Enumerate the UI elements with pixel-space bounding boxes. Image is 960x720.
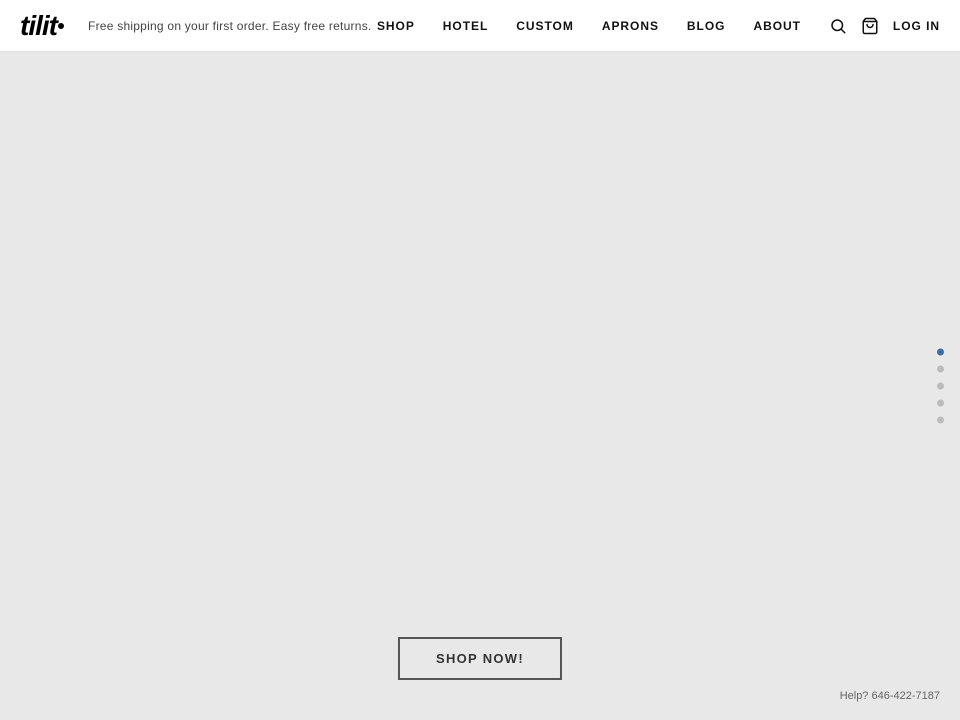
main-content: SHOP NOW! Help? 646-422-7187 [0,52,960,720]
nav-item-blog[interactable]: BLOG [687,19,726,33]
slide-dot-5[interactable] [937,417,944,424]
slide-dot-3[interactable] [937,383,944,390]
slide-dot-1[interactable] [937,349,944,356]
nav-item-shop[interactable]: SHOP [377,19,415,33]
slide-dot-2[interactable] [937,366,944,373]
slide-dots [937,349,944,424]
nav-item-custom[interactable]: CUSTOM [516,19,574,33]
tagline: Free shipping on your first order. Easy … [88,19,372,33]
cta-container: SHOP NOW! [398,637,562,680]
nav-item-hotel[interactable]: HOTEL [443,19,488,33]
cart-icon[interactable] [861,17,879,35]
nav-icons: LOG IN [829,17,940,35]
shop-now-button[interactable]: SHOP NOW! [398,637,562,680]
login-link[interactable]: LOG IN [893,19,940,33]
nav-item-about[interactable]: ABOUT [753,19,800,33]
help-text: Help? 646-422-7187 [840,690,940,702]
logo-text: tilit [20,10,57,42]
logo[interactable]: tilit [20,10,64,42]
main-nav: SHOP HOTEL CUSTOM APRONS BLOG ABOUT [377,17,940,35]
search-icon[interactable] [829,17,847,35]
slide-dot-4[interactable] [937,400,944,407]
nav-item-aprons[interactable]: APRONS [602,19,659,33]
logo-dot [58,23,64,29]
header-left: tilit Free shipping on your first order.… [20,10,372,42]
site-header: tilit Free shipping on your first order.… [0,0,960,52]
